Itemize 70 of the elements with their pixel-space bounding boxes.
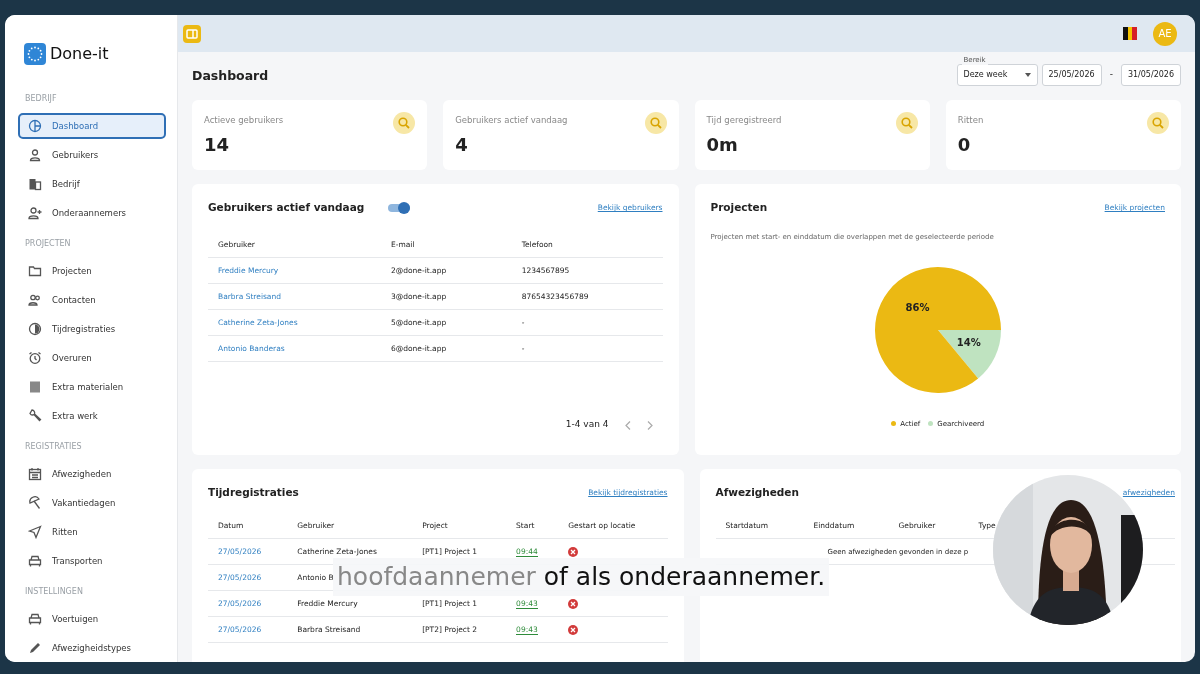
sidebar-item[interactable]: Contacten — [18, 287, 166, 313]
date-field[interactable]: 31/05/2026 — [1120, 64, 1181, 86]
logo-icon — [24, 43, 46, 65]
data-label: 14% — [956, 336, 981, 348]
stat-value: 4 — [455, 132, 469, 157]
video-caption: hoofdaannemer of als onderaannemer. — [333, 558, 830, 596]
users-icon — [28, 293, 42, 307]
block-icon — [28, 380, 42, 394]
stat-label: Actieve gebruikers — [204, 114, 285, 127]
umbrella-icon — [28, 496, 42, 510]
user-plus-icon — [28, 206, 42, 220]
alarm-clock-icon — [28, 351, 42, 365]
car-icon — [28, 554, 42, 568]
select-value: Deze week — [963, 69, 1008, 81]
search-icon[interactable] — [1147, 112, 1169, 134]
section-heading: BEDRIJF — [25, 93, 58, 105]
car-icon — [28, 612, 42, 626]
sidebar-item[interactable]: Dashboard — [18, 113, 166, 139]
page-title: Dashboard — [192, 67, 269, 83]
stat-value: 0m — [706, 132, 739, 157]
section-heading: INSTELLINGEN — [25, 586, 84, 598]
sidebar-item[interactable]: Afwezigheden — [18, 461, 166, 487]
previous-page-icon[interactable] — [624, 420, 631, 430]
sidebar-item[interactable]: Voertuigen — [18, 606, 166, 632]
sidebar-item[interactable]: Ritten — [18, 519, 166, 545]
user-icon — [28, 148, 42, 162]
caret-icon — [1024, 73, 1031, 77]
date-separator: - — [1109, 68, 1113, 82]
folder-icon — [28, 264, 42, 278]
sidebar-item[interactable]: Vakantiedagen — [18, 490, 166, 516]
flag-icon[interactable] — [1123, 27, 1137, 40]
card-title: Gebruikers actief vandaag — [208, 200, 365, 216]
data-label: 86% — [905, 301, 930, 313]
section-heading: PROJECTEN — [25, 238, 72, 250]
stat-label: Tijd geregistreerd — [706, 114, 783, 127]
sidebar-item[interactable]: Afwezigheidstypes — [18, 635, 166, 661]
sidebar-toggle-icon[interactable] — [183, 24, 201, 43]
range-select[interactable]: Deze week — [956, 64, 1038, 86]
sidebar-item[interactable]: Tijdregistraties — [18, 316, 166, 342]
calendar-icon — [28, 467, 42, 481]
sidebar-item[interactable]: Projecten — [18, 258, 166, 284]
stat-label: Ritten — [957, 114, 985, 127]
card-title: Tijdregistraties — [208, 485, 299, 501]
pie-chart-icon — [28, 119, 42, 133]
sidebar-item[interactable]: Overuren — [18, 345, 166, 371]
card-title: Afwezigheden — [715, 485, 799, 501]
section-heading: REGISTRATIES — [25, 441, 83, 453]
next-page-icon[interactable] — [646, 420, 653, 430]
building-icon — [28, 177, 42, 191]
sidebar-item[interactable]: Transporten — [18, 548, 166, 574]
search-icon[interactable] — [393, 112, 416, 134]
sidebar-item[interactable]: Gebruikers — [18, 142, 166, 168]
sidebar-item[interactable]: Bedrijf — [18, 171, 166, 197]
pagination-text: 1-4 van 4 — [565, 418, 609, 432]
stat-value: 0 — [957, 132, 972, 157]
date-field[interactable]: 25/05/2026 — [1041, 64, 1102, 86]
search-icon[interactable] — [644, 112, 667, 134]
send-icon — [28, 525, 42, 539]
toggle-switch[interactable] — [388, 202, 411, 214]
sidebar-item[interactable]: Extra werk — [18, 403, 166, 429]
wrench-icon — [28, 409, 42, 423]
stat-value: 14 — [204, 132, 231, 157]
sidebar-item[interactable]: Extra materialen — [18, 374, 166, 400]
stat-label: Gebruikers actief vandaag — [455, 114, 569, 127]
brand-name: Done-it — [50, 43, 109, 65]
card-title: Projecten — [710, 200, 768, 216]
half-circle-icon — [28, 322, 42, 336]
pencil-icon — [28, 641, 42, 655]
search-icon[interactable] — [895, 112, 918, 134]
sidebar-item[interactable]: Onderaannemers — [18, 200, 166, 226]
